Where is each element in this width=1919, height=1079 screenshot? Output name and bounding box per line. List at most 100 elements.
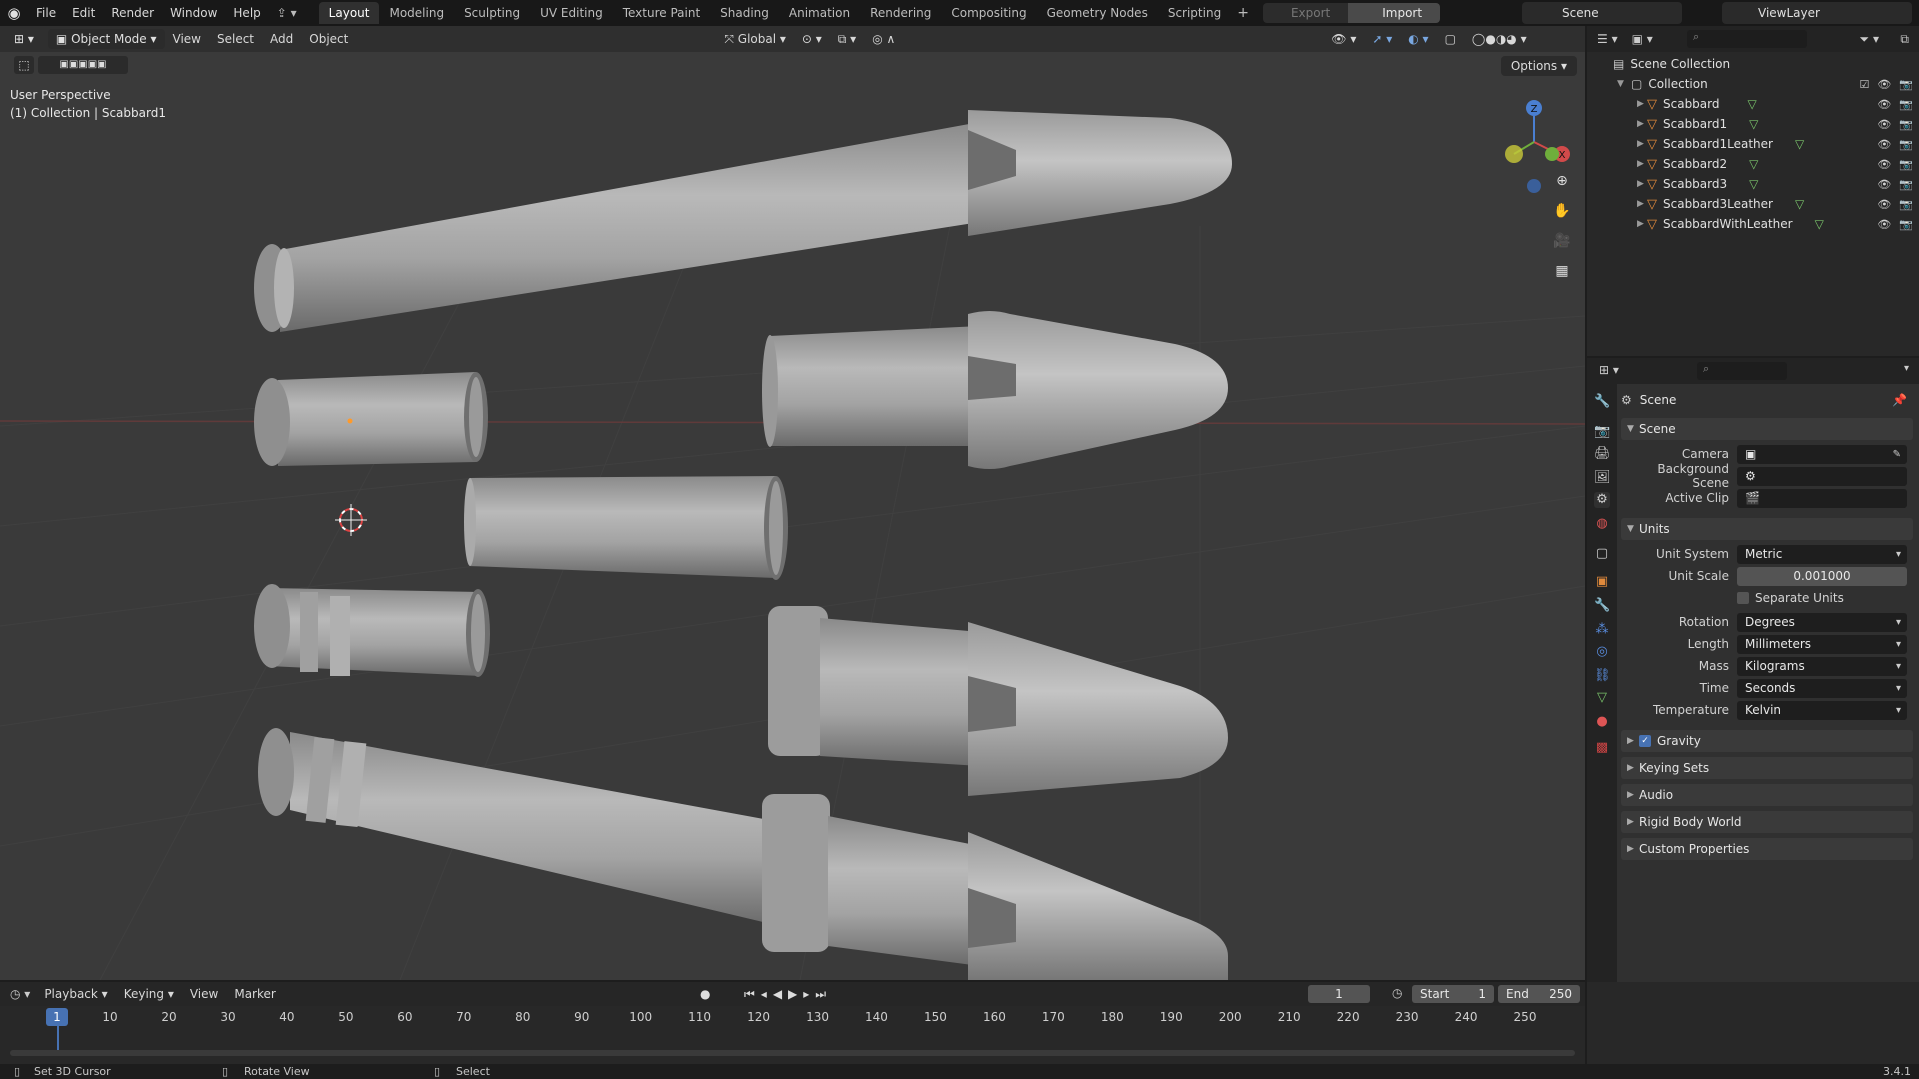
camera-icon[interactable]: 📷	[1899, 98, 1913, 111]
visibility-icon[interactable]: 👁 ▾	[1323, 32, 1364, 46]
properties-search-input[interactable]: ⌕	[1697, 362, 1787, 380]
add-workspace-icon[interactable]: +	[1231, 5, 1255, 21]
export-button[interactable]: Export	[1262, 3, 1349, 23]
time-select[interactable]: Seconds ▾	[1737, 678, 1907, 698]
camera-icon[interactable]: 📷	[1899, 218, 1913, 231]
tab-animation[interactable]: Animation	[779, 2, 860, 24]
eye-icon[interactable]: 👁	[1877, 78, 1891, 91]
scabbard-tip-upper[interactable]	[762, 311, 1228, 469]
tool-tab-icon[interactable]: 🔧	[1594, 394, 1610, 410]
scene-collection-row[interactable]: ▤ Scene Collection	[1587, 54, 1919, 74]
scabbard-ringed-tube[interactable]	[254, 584, 490, 677]
physics-tab-icon[interactable]: ◎	[1594, 644, 1610, 660]
playback-controls-icon[interactable]: ⏮◂◀▶▸⏭	[744, 987, 832, 1002]
eye-icon[interactable]: 👁	[1877, 158, 1891, 171]
timeline-scrollbar[interactable]	[10, 1050, 1575, 1056]
options-button[interactable]: Options ▾	[1500, 56, 1577, 76]
outliner-item-scabbard1[interactable]: ▶ ▽ Scabbard1 ▽ 👁 📷	[1587, 114, 1919, 134]
display-mode-icon[interactable]: ▣ ▾	[1632, 32, 1653, 46]
current-frame-indicator[interactable]: 1	[46, 1008, 68, 1026]
properties-editor-icon[interactable]: ⊞ ▾	[1599, 363, 1619, 377]
collection-row[interactable]: ▼ ▢ Collection ☑ 👁 📷	[1587, 74, 1919, 94]
outliner-item-scabbard1leather[interactable]: ▶ ▽ Scabbard1Leather ▽ 👁 📷	[1587, 134, 1919, 154]
zoom-icon[interactable]: ⊕	[1549, 168, 1575, 194]
chevron-right-icon[interactable]: ▶	[1637, 199, 1647, 209]
end-frame-field[interactable]: End 250	[1498, 985, 1580, 1003]
outliner-item-scabbardwithleather[interactable]: ▶ ▽ ScabbardWithLeather ▽ 👁 📷	[1587, 214, 1919, 234]
pan-hand-icon[interactable]: ✋	[1549, 198, 1575, 224]
eye-icon[interactable]: 👁	[1877, 178, 1891, 191]
scene-selector[interactable]: Scene	[1522, 2, 1682, 24]
viewport-scene[interactable]	[0, 26, 1585, 980]
timeline-ruler[interactable]: 10 20 30 40 50 60 70 80 90 100 110 120 130 140 150 160 1…	[0, 1008, 1585, 1026]
outliner-editor-icon[interactable]: ☰ ▾	[1597, 32, 1618, 46]
constraint-tab-icon[interactable]: ⛓	[1594, 668, 1611, 684]
timeline-editor-icon[interactable]: ◷ ▾	[10, 987, 30, 1001]
scene-panel-header[interactable]: ▼ Scene	[1621, 418, 1913, 440]
clock-icon[interactable]: ◷	[1392, 986, 1402, 1000]
menu-render[interactable]: Render	[103, 0, 162, 26]
camera-icon[interactable]: 📷	[1899, 198, 1913, 211]
overlay-toggle-icon[interactable]: ◐ ▾	[1400, 32, 1436, 46]
material-tab-icon[interactable]: ●	[1594, 714, 1610, 730]
texture-tab-icon[interactable]: ▩	[1594, 740, 1610, 756]
tab-compositing[interactable]: Compositing	[941, 2, 1036, 24]
ortho-grid-icon[interactable]: ▦	[1549, 258, 1575, 284]
camera-icon[interactable]: 📷	[1899, 118, 1913, 131]
keying-sets-panel-header[interactable]: ▶ Keying Sets	[1621, 757, 1913, 779]
playback-menu[interactable]: Playback ▾	[36, 987, 115, 1001]
3d-viewport[interactable]: ⊞ ▾ ▣ Object Mode ▾ View Select Add Obje…	[0, 26, 1585, 980]
vp-menu-view[interactable]: View	[165, 32, 209, 46]
current-frame-field[interactable]: 1	[1308, 985, 1370, 1003]
gizmo-toggle-icon[interactable]: ➚ ▾	[1364, 32, 1400, 46]
object-tab-icon[interactable]: ▣	[1594, 574, 1610, 590]
bg-scene-field[interactable]: ⚙	[1737, 466, 1907, 486]
scabbard-short-tube[interactable]	[254, 372, 488, 466]
tab-texture-paint[interactable]: Texture Paint	[613, 2, 710, 24]
eye-icon[interactable]: 👁	[1877, 198, 1891, 211]
gravity-panel-header[interactable]: ▶ ✓ Gravity	[1621, 730, 1913, 752]
menu-file[interactable]: File	[28, 0, 64, 26]
output-tab-icon[interactable]: 🖨	[1594, 446, 1611, 462]
outliner-item-scabbard3[interactable]: ▶ ▽ Scabbard3 ▽ 👁 📷	[1587, 174, 1919, 194]
data-tab-icon[interactable]: ▽	[1594, 690, 1610, 706]
chevron-right-icon[interactable]: ▶	[1637, 179, 1647, 189]
tab-shading[interactable]: Shading	[710, 2, 779, 24]
render-tab-icon[interactable]: 📷	[1594, 424, 1610, 440]
start-frame-field[interactable]: Start 1	[1412, 985, 1494, 1003]
select-box-icon[interactable]: ⬚	[14, 56, 34, 74]
outliner-item-scabbard2[interactable]: ▶ ▽ Scabbard2 ▽ 👁 📷	[1587, 154, 1919, 174]
camera-icon[interactable]: 📷	[1899, 138, 1913, 151]
transform-orientation[interactable]: ⤧ Global ▾	[716, 32, 794, 47]
unit-system-select[interactable]: Metric ▾	[1737, 544, 1907, 564]
filter-icon[interactable]: ⏷ ▾	[1860, 32, 1879, 47]
separate-units-checkbox[interactable]	[1737, 592, 1749, 604]
xray-icon[interactable]: ▢	[1437, 32, 1464, 46]
particles-tab-icon[interactable]: ⁂	[1594, 622, 1610, 638]
custom-properties-panel-header[interactable]: ▶ Custom Properties	[1621, 838, 1913, 860]
active-clip-field[interactable]: 🎬	[1737, 488, 1907, 508]
camera-icon[interactable]: 📷	[1899, 178, 1913, 191]
gizmo-y-icon[interactable]	[1545, 147, 1559, 161]
units-panel-header[interactable]: ▼ Units	[1621, 518, 1913, 540]
view-layer-selector[interactable]: ViewLayer	[1722, 2, 1912, 24]
chevron-right-icon[interactable]: ▶	[1637, 139, 1647, 149]
collection-tab-icon[interactable]: ▢	[1594, 546, 1610, 562]
tab-scripting[interactable]: Scripting	[1158, 2, 1231, 24]
pin-icon[interactable]: 📌	[1892, 393, 1907, 407]
scabbard-tip-lower[interactable]	[768, 606, 1228, 796]
vp-menu-add[interactable]: Add	[262, 32, 301, 46]
scene-tab-icon[interactable]: ⚙	[1594, 492, 1610, 508]
modifier-tab-icon[interactable]: 🔧	[1594, 598, 1610, 614]
record-icon[interactable]: ●	[700, 987, 710, 1001]
shading-modes-icon[interactable]: ◯●◑◕ ▾	[1464, 32, 1535, 46]
menu-edit[interactable]: Edit	[64, 0, 103, 26]
gizmo-z-neg-icon[interactable]	[1527, 179, 1541, 193]
snap-icon[interactable]: ⧉ ▾	[830, 32, 864, 47]
tab-geometry-nodes[interactable]: Geometry Nodes	[1037, 2, 1158, 24]
eyedropper-icon[interactable]: ✎	[1893, 445, 1901, 464]
tab-layout[interactable]: Layout	[318, 2, 380, 24]
gravity-checkbox[interactable]: ✓	[1639, 735, 1651, 747]
chevron-right-icon[interactable]: ▶	[1637, 99, 1647, 109]
outliner-search-input[interactable]: ⌕	[1687, 30, 1807, 48]
